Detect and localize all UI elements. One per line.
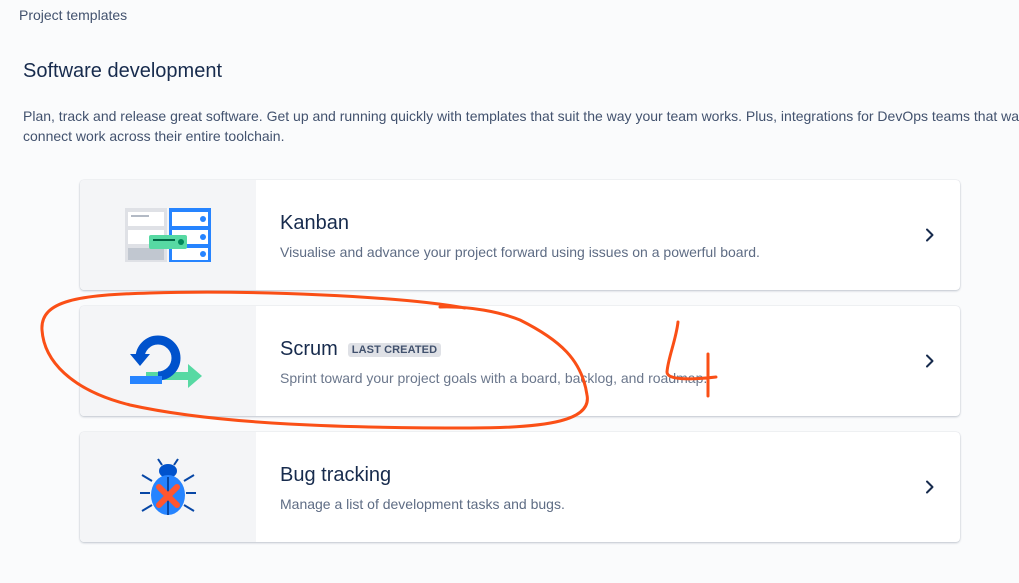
bug-tracking-thumbnail [80, 432, 256, 542]
last-created-badge: LAST CREATED [347, 342, 442, 357]
template-title: Scrum [280, 338, 338, 360]
bug-icon [140, 458, 196, 515]
template-description: Manage a list of development tasks and b… [280, 496, 565, 512]
kanban-board-icon [125, 208, 211, 262]
template-description: Visualise and advance your project forwa… [280, 244, 760, 260]
chevron-right-icon[interactable] [900, 306, 960, 416]
chevron-right-icon[interactable] [900, 432, 960, 542]
scrum-cycle-icon [130, 335, 202, 388]
template-title: Bug tracking [280, 464, 392, 486]
template-title: Kanban [280, 212, 349, 234]
template-card-scrum[interactable]: Scrum LAST CREATED Sprint toward your pr… [80, 306, 960, 416]
section-description: Plan, track and release great software. … [23, 108, 1019, 144]
kanban-thumbnail [80, 180, 256, 290]
scrum-thumbnail [80, 306, 256, 416]
template-card-kanban[interactable]: Kanban Visualise and advance your projec… [80, 180, 960, 290]
template-card-bug-tracking[interactable]: Bug tracking Manage a list of developmen… [80, 432, 960, 542]
chevron-right-icon[interactable] [900, 180, 960, 290]
breadcrumb[interactable]: Project templates [19, 7, 127, 23]
section-title: Software development [23, 60, 223, 82]
template-description: Sprint toward your project goals with a … [280, 370, 708, 386]
